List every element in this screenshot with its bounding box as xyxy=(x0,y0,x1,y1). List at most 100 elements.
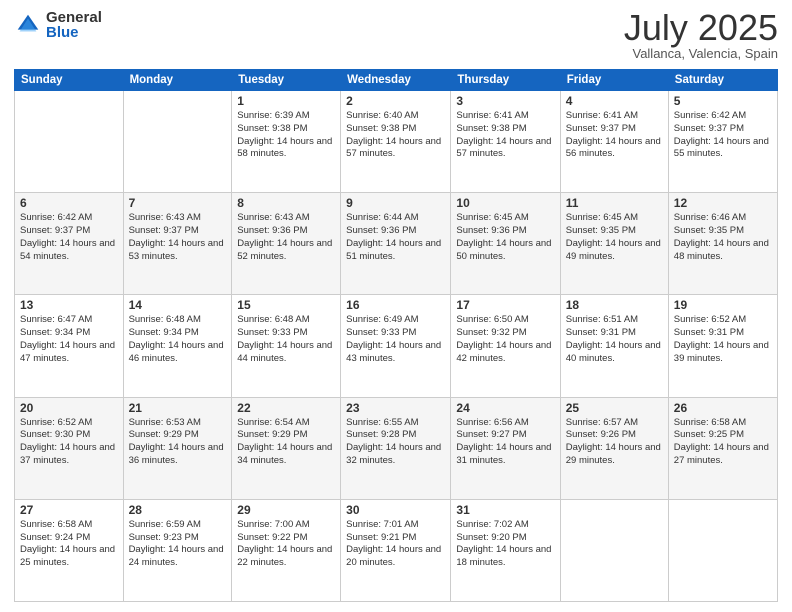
calendar-cell xyxy=(668,499,777,601)
calendar-cell: 25Sunrise: 6:57 AM Sunset: 9:26 PM Dayli… xyxy=(560,397,668,499)
day-number: 30 xyxy=(346,503,445,517)
logo-text: General Blue xyxy=(46,10,102,40)
day-number: 6 xyxy=(20,196,118,210)
day-number: 23 xyxy=(346,401,445,415)
calendar-cell: 21Sunrise: 6:53 AM Sunset: 9:29 PM Dayli… xyxy=(123,397,232,499)
header-sunday: Sunday xyxy=(15,70,124,91)
calendar-cell: 29 Sunrise: 7:00 AM Sunset: 9:22 PM Dayli… xyxy=(232,499,341,601)
day-detail: Sunrise: 6:43 AM Sunset: 9:36 PM Dayligh… xyxy=(237,212,335,263)
title-section: July 2025 Vallanca, Valencia, Spain xyxy=(624,10,778,61)
calendar-cell: 19 Sunrise: 6:52 AM Sunset: 9:31 PM Dayli… xyxy=(668,295,777,397)
calendar-cell: 13 Sunrise: 6:47 AM Sunset: 9:34 PM Dayli… xyxy=(15,295,124,397)
calendar-cell: 17Sunrise: 6:50 AM Sunset: 9:32 PM Dayli… xyxy=(451,295,560,397)
day-detail: Sunrise: 6:46 AM Sunset: 9:35 PM Dayligh… xyxy=(674,212,772,263)
day-detail: Sunrise: 6:45 AM Sunset: 9:35 PM Dayligh… xyxy=(566,212,663,263)
day-number: 9 xyxy=(346,196,445,210)
calendar-cell: 2 Sunrise: 6:40 AM Sunset: 9:38 PM Daylig… xyxy=(341,91,451,193)
day-detail: Sunrise: 6:58 AM Sunset: 9:24 PM Dayligh… xyxy=(20,519,118,570)
day-number: 13 xyxy=(20,298,118,312)
day-number: 26 xyxy=(674,401,772,415)
day-number: 19 xyxy=(674,298,772,312)
calendar-cell: 20 Sunrise: 6:52 AM Sunset: 9:30 PM Dayli… xyxy=(15,397,124,499)
calendar-cell: 31Sunrise: 7:02 AM Sunset: 9:20 PM Dayli… xyxy=(451,499,560,601)
calendar-cell: 26 Sunrise: 6:58 AM Sunset: 9:25 PM Dayli… xyxy=(668,397,777,499)
day-detail: Sunrise: 6:40 AM Sunset: 9:38 PM Dayligh… xyxy=(346,110,445,161)
day-number: 1 xyxy=(237,94,335,108)
day-number: 7 xyxy=(129,196,227,210)
week-row-2: 13 Sunrise: 6:47 AM Sunset: 9:34 PM Dayli… xyxy=(15,295,778,397)
calendar-cell: 11 Sunrise: 6:45 AM Sunset: 9:35 PM Dayli… xyxy=(560,193,668,295)
header: General Blue July 2025 Vallanca, Valenci… xyxy=(14,10,778,61)
calendar-cell: 16 Sunrise: 6:49 AM Sunset: 9:33 PM Dayli… xyxy=(341,295,451,397)
header-wednesday: Wednesday xyxy=(341,70,451,91)
day-number: 24 xyxy=(456,401,554,415)
page: General Blue July 2025 Vallanca, Valenci… xyxy=(0,0,792,612)
day-number: 11 xyxy=(566,196,663,210)
day-detail: Sunrise: 6:52 AM Sunset: 9:31 PM Dayligh… xyxy=(674,314,772,365)
day-number: 18 xyxy=(566,298,663,312)
day-number: 10 xyxy=(456,196,554,210)
day-number: 20 xyxy=(20,401,118,415)
calendar-cell xyxy=(15,91,124,193)
day-number: 27 xyxy=(20,503,118,517)
header-tuesday: Tuesday xyxy=(232,70,341,91)
day-detail: Sunrise: 6:42 AM Sunset: 9:37 PM Dayligh… xyxy=(674,110,772,161)
header-saturday: Saturday xyxy=(668,70,777,91)
logo-general: General xyxy=(46,10,102,25)
calendar-cell xyxy=(123,91,232,193)
calendar-table: SundayMondayTuesdayWednesdayThursdayFrid… xyxy=(14,69,778,602)
calendar-cell: 24Sunrise: 6:56 AM Sunset: 9:27 PM Dayli… xyxy=(451,397,560,499)
day-detail: Sunrise: 6:48 AM Sunset: 9:34 PM Dayligh… xyxy=(129,314,227,365)
day-detail: Sunrise: 6:45 AM Sunset: 9:36 PM Dayligh… xyxy=(456,212,554,263)
day-detail: Sunrise: 6:59 AM Sunset: 9:23 PM Dayligh… xyxy=(129,519,227,570)
calendar-header-row: SundayMondayTuesdayWednesdayThursdayFrid… xyxy=(15,70,778,91)
day-number: 29 xyxy=(237,503,335,517)
day-detail: Sunrise: 7:02 AM Sunset: 9:20 PM Dayligh… xyxy=(456,519,554,570)
calendar-cell: 12 Sunrise: 6:46 AM Sunset: 9:35 PM Dayli… xyxy=(668,193,777,295)
day-detail: Sunrise: 6:47 AM Sunset: 9:34 PM Dayligh… xyxy=(20,314,118,365)
subtitle: Vallanca, Valencia, Spain xyxy=(624,46,778,61)
calendar-cell: 15 Sunrise: 6:48 AM Sunset: 9:33 PM Dayli… xyxy=(232,295,341,397)
day-detail: Sunrise: 6:41 AM Sunset: 9:38 PM Dayligh… xyxy=(456,110,554,161)
calendar-cell: 22 Sunrise: 6:54 AM Sunset: 9:29 PM Dayli… xyxy=(232,397,341,499)
calendar-cell: 9 Sunrise: 6:44 AM Sunset: 9:36 PM Daylig… xyxy=(341,193,451,295)
calendar-cell: 5 Sunrise: 6:42 AM Sunset: 9:37 PM Daylig… xyxy=(668,91,777,193)
calendar-cell: 28 Sunrise: 6:59 AM Sunset: 9:23 PM Dayli… xyxy=(123,499,232,601)
day-detail: Sunrise: 6:49 AM Sunset: 9:33 PM Dayligh… xyxy=(346,314,445,365)
logo: General Blue xyxy=(14,10,102,40)
header-monday: Monday xyxy=(123,70,232,91)
week-row-1: 6 Sunrise: 6:42 AM Sunset: 9:37 PM Daylig… xyxy=(15,193,778,295)
day-number: 12 xyxy=(674,196,772,210)
day-number: 28 xyxy=(129,503,227,517)
calendar-cell: 8Sunrise: 6:43 AM Sunset: 9:36 PM Daylig… xyxy=(232,193,341,295)
calendar-cell: 10 Sunrise: 6:45 AM Sunset: 9:36 PM Dayli… xyxy=(451,193,560,295)
calendar-cell: 27 Sunrise: 6:58 AM Sunset: 9:24 PM Dayli… xyxy=(15,499,124,601)
day-detail: Sunrise: 6:57 AM Sunset: 9:26 PM Dayligh… xyxy=(566,417,663,468)
day-detail: Sunrise: 7:00 AM Sunset: 9:22 PM Dayligh… xyxy=(237,519,335,570)
day-detail: Sunrise: 6:48 AM Sunset: 9:33 PM Dayligh… xyxy=(237,314,335,365)
calendar-cell xyxy=(560,499,668,601)
day-detail: Sunrise: 6:41 AM Sunset: 9:37 PM Dayligh… xyxy=(566,110,663,161)
day-number: 17 xyxy=(456,298,554,312)
day-detail: Sunrise: 6:42 AM Sunset: 9:37 PM Dayligh… xyxy=(20,212,118,263)
calendar-cell: 1Sunrise: 6:39 AM Sunset: 9:38 PM Daylig… xyxy=(232,91,341,193)
day-detail: Sunrise: 6:52 AM Sunset: 9:30 PM Dayligh… xyxy=(20,417,118,468)
day-number: 22 xyxy=(237,401,335,415)
day-detail: Sunrise: 6:58 AM Sunset: 9:25 PM Dayligh… xyxy=(674,417,772,468)
day-number: 15 xyxy=(237,298,335,312)
calendar-cell: 4Sunrise: 6:41 AM Sunset: 9:37 PM Daylig… xyxy=(560,91,668,193)
day-detail: Sunrise: 6:53 AM Sunset: 9:29 PM Dayligh… xyxy=(129,417,227,468)
header-thursday: Thursday xyxy=(451,70,560,91)
day-number: 16 xyxy=(346,298,445,312)
day-number: 2 xyxy=(346,94,445,108)
header-friday: Friday xyxy=(560,70,668,91)
day-number: 5 xyxy=(674,94,772,108)
calendar-cell: 18Sunrise: 6:51 AM Sunset: 9:31 PM Dayli… xyxy=(560,295,668,397)
calendar-cell: 23 Sunrise: 6:55 AM Sunset: 9:28 PM Dayli… xyxy=(341,397,451,499)
day-detail: Sunrise: 6:44 AM Sunset: 9:36 PM Dayligh… xyxy=(346,212,445,263)
calendar-cell: 6 Sunrise: 6:42 AM Sunset: 9:37 PM Daylig… xyxy=(15,193,124,295)
day-detail: Sunrise: 6:54 AM Sunset: 9:29 PM Dayligh… xyxy=(237,417,335,468)
day-detail: Sunrise: 6:55 AM Sunset: 9:28 PM Dayligh… xyxy=(346,417,445,468)
logo-blue: Blue xyxy=(46,25,102,40)
calendar-cell: 7Sunrise: 6:43 AM Sunset: 9:37 PM Daylig… xyxy=(123,193,232,295)
